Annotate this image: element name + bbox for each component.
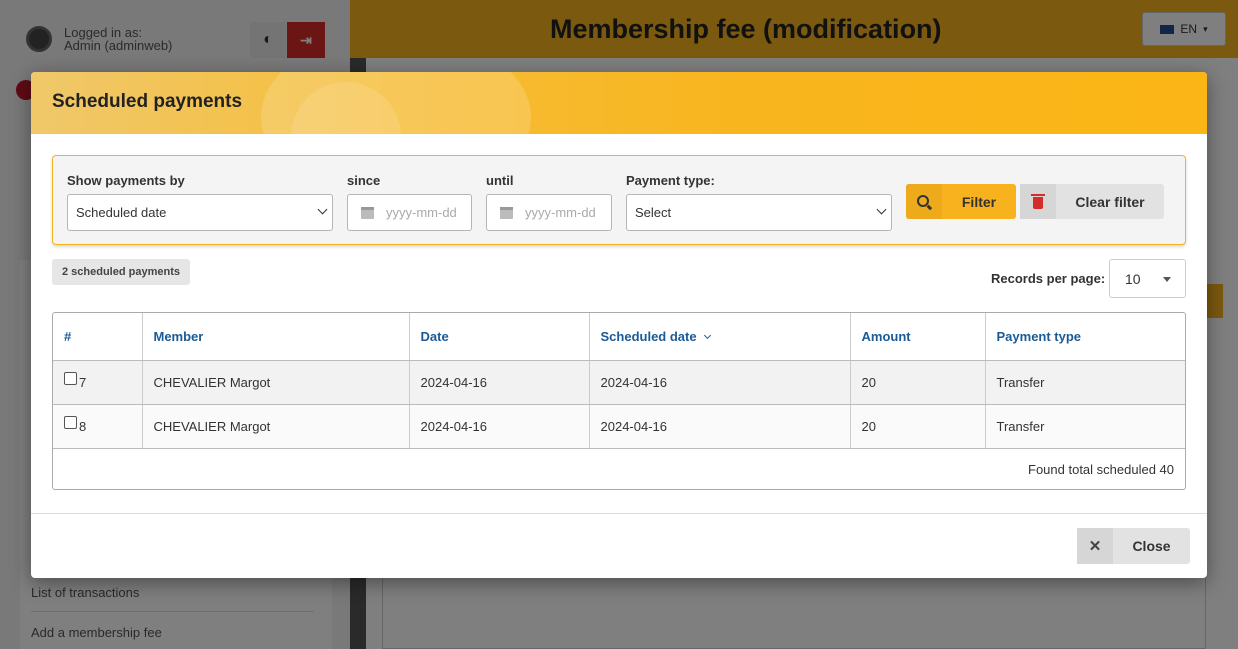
clear-filter-button[interactable]: Clear filter — [1020, 184, 1164, 219]
column-header-scheduled-date[interactable]: Scheduled date — [589, 313, 851, 361]
column-header-payment-type[interactable]: Payment type — [985, 313, 1185, 361]
calendar-icon — [500, 206, 513, 219]
search-icon — [917, 194, 929, 207]
until-date-field[interactable] — [486, 194, 612, 231]
cell-id: 7 — [53, 360, 143, 405]
cell-scheduled-date: 2024-04-16 — [589, 404, 851, 449]
filter-button[interactable]: Filter — [906, 184, 1016, 219]
modal-header: Scheduled payments — [31, 72, 1207, 134]
caret-down-icon — [1163, 277, 1171, 282]
payment-type-value: Select — [635, 205, 672, 220]
cell-scheduled-date: 2024-04-16 — [589, 360, 851, 405]
since-label: since — [347, 173, 381, 188]
scheduled-count-badge: 2 scheduled payments — [52, 259, 190, 285]
cell-payment-type: Transfer — [985, 360, 1185, 405]
cell-date: 2024-04-16 — [409, 360, 590, 405]
records-per-page-value: 10 — [1125, 270, 1141, 287]
table-header-row: # Member Date Scheduled date Amount Paym… — [53, 313, 1185, 361]
since-date-field[interactable] — [347, 194, 472, 231]
since-date-input[interactable] — [386, 205, 462, 220]
show-by-select[interactable]: Scheduled date — [67, 194, 333, 231]
records-per-page-select[interactable]: 10 — [1109, 259, 1186, 298]
chevron-down-icon — [317, 204, 328, 215]
cell-member: CHEVALIER Margot — [142, 404, 410, 449]
clear-filter-button-label: Clear filter — [1075, 193, 1145, 210]
payment-type-select[interactable]: Select — [626, 194, 892, 231]
filter-panel: Show payments by Scheduled date since un… — [52, 155, 1186, 245]
cell-payment-type: Transfer — [985, 404, 1185, 449]
cell-member: CHEVALIER Margot — [142, 360, 410, 405]
until-date-input[interactable] — [525, 205, 601, 220]
modal-title: Scheduled payments — [52, 91, 243, 112]
cell-id: 8 — [53, 404, 143, 449]
sort-descending-icon — [703, 331, 711, 339]
calendar-icon — [361, 206, 374, 219]
until-label: until — [486, 173, 514, 188]
trash-icon — [1031, 193, 1045, 209]
table-footer-total: Found total scheduled 40 — [1028, 462, 1174, 477]
column-header-number[interactable]: # — [53, 313, 143, 361]
modal-footer-divider — [31, 513, 1207, 514]
filter-button-label: Filter — [961, 193, 997, 210]
close-button-label: Close — [1132, 538, 1171, 554]
chevron-down-icon — [876, 204, 887, 215]
show-by-label: Show payments by — [67, 173, 185, 188]
close-icon: ✕ — [1077, 528, 1113, 564]
row-checkbox[interactable] — [64, 415, 77, 429]
payment-type-label: Payment type: — [626, 173, 715, 188]
table-row: 8 CHEVALIER Margot 2024-04-16 2024-04-16… — [53, 404, 1185, 449]
column-header-amount[interactable]: Amount — [850, 313, 986, 361]
cell-amount: 20 — [850, 404, 986, 449]
scheduled-payments-modal: Scheduled payments Show payments by Sche… — [31, 72, 1207, 578]
close-button[interactable]: ✕ Close — [1077, 528, 1190, 564]
row-checkbox[interactable] — [64, 371, 77, 385]
records-per-page-label: Records per page: — [991, 271, 1106, 286]
scheduled-payments-table: # Member Date Scheduled date Amount Paym… — [52, 312, 1186, 490]
column-header-member[interactable]: Member — [142, 313, 410, 361]
column-header-date[interactable]: Date — [409, 313, 590, 361]
cell-date: 2024-04-16 — [409, 404, 590, 449]
table-row: 7 CHEVALIER Margot 2024-04-16 2024-04-16… — [53, 360, 1185, 405]
cell-amount: 20 — [850, 360, 986, 405]
show-by-value: Scheduled date — [76, 205, 167, 220]
